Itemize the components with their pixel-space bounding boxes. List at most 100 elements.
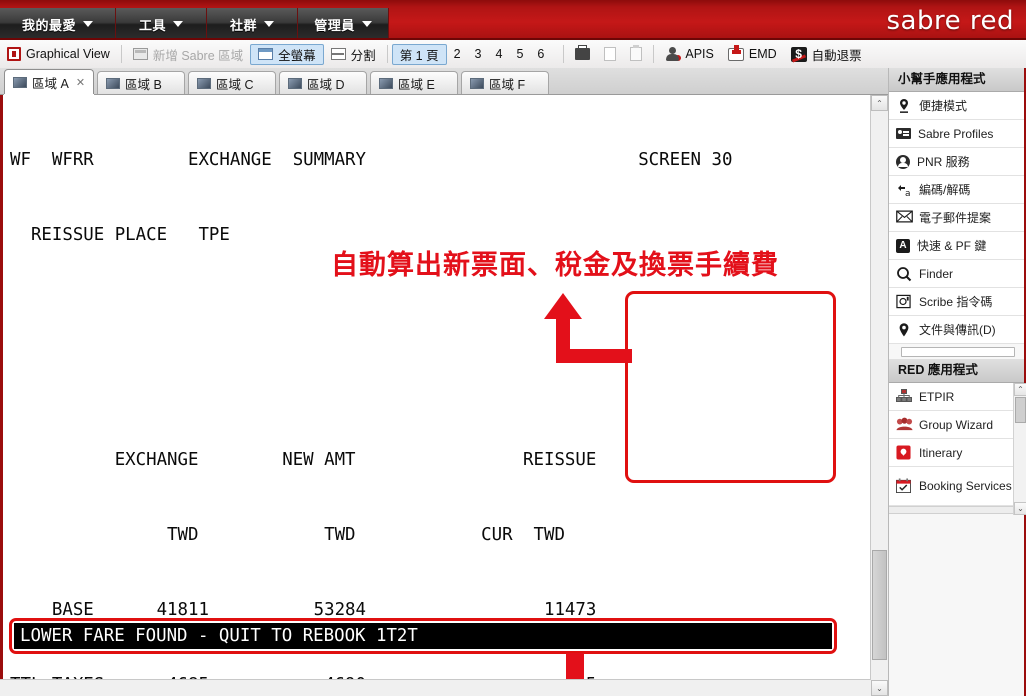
split-icon [330,48,346,60]
terminal-icon [106,77,121,89]
sidebar-item-sabre-profiles[interactable]: Sabre Profiles [889,120,1026,148]
apis-label: APIS [685,47,714,61]
sidebar-section-red-title: RED 應用程式 [889,359,1026,383]
toolbar-divider [653,45,655,63]
sidebar-scroll-thumb[interactable] [1015,397,1026,423]
profile-card-icon [896,128,911,139]
tab-area-c[interactable]: 區域 C [188,71,277,94]
tab-area-b[interactable]: 區域 B [97,71,186,94]
sidebar-item-label: Booking Services [919,478,1012,493]
sidebar-item-label: 文件與傳訊(D) [919,323,996,337]
sidebar-bottom-divider [889,506,1026,514]
add-sabre-area-label: 新增 Sabre 區域 [152,48,244,63]
sidebar-item-encode-decode[interactable]: a 編碼/解碼 [889,176,1026,204]
sabre-red-logo: sabre red [886,6,1014,36]
right-sidebar: 小幫手應用程式 便捷模式 Sabre Profiles PNR 服務 a 編碼/… [888,68,1026,696]
main-menu-bar: 我的最愛 工具 社群 管理員 [0,8,389,40]
copy-button[interactable] [597,44,623,64]
sidebar-item-email-proposal[interactable]: 電子郵件提案 [889,204,1026,232]
menu-label: 我的最愛 [21,17,76,33]
person-icon [896,154,910,169]
terminal-icon [197,77,212,89]
sidebar-item-documents-messaging[interactable]: 文件與傳訊(D) [889,316,1026,344]
terminal-text: WF WFRR EXCHANGE SUMMARY SCREEN 30 REISS… [10,98,855,696]
page-6-button[interactable]: 6 [530,45,551,64]
sidebar-resize-handle[interactable] [901,347,1015,357]
sidebar-item-quick-mode[interactable]: 便捷模式 [889,92,1026,120]
menu-admin[interactable]: 管理員 [298,8,389,40]
tab-label: 區域 F [489,77,526,92]
page-5-button[interactable]: 5 [509,45,530,64]
title-bar: 我的最愛 工具 社群 管理員 sabre red [0,0,1026,40]
printer-icon [575,45,591,60]
copy-icon [604,47,617,61]
graphical-view-button[interactable]: Graphical View [0,44,117,64]
sidebar-item-label: Finder [919,266,954,281]
sidebar-item-label: Scribe 指令碼 [919,295,993,309]
sidebar-item-pnr-service[interactable]: PNR 服務 [889,148,1026,176]
sidebar-item-label: PNR 服務 [917,155,970,169]
sidebar-item-group-wizard[interactable]: Group Wizard [889,411,1026,439]
menu-community[interactable]: 社群 [207,8,298,40]
sidebar-item-etpir[interactable]: ETPIR [889,383,1026,411]
graphical-view-icon [7,47,21,61]
tab-label: 區域 E [398,77,435,92]
sidebar-item-label: Group Wizard [919,417,994,432]
group-icon [896,417,913,433]
terminal-line: WF WFRR EXCHANGE SUMMARY SCREEN 30 [10,150,733,170]
auto-refund-button[interactable]: $ 自動退票 [784,44,869,64]
emd-icon [727,44,744,61]
paste-button[interactable] [623,44,649,64]
terminal-command-line[interactable]: LOWER FARE FOUND - QUIT TO REBOOK 1T2T [14,623,832,649]
mail-icon [896,210,913,226]
sidebar-scroll-down-button[interactable]: ⌄ [1014,502,1026,515]
sidebar-vertical-scrollbar[interactable]: ⌃ ⌄ [1013,383,1026,515]
auto-refund-icon: $ [790,46,807,62]
page-4-button[interactable]: 4 [489,45,510,64]
terminal-line: BASE 41811 53284 11473 [10,600,597,620]
split-label: 分割 [350,48,376,63]
auto-refund-label: 自動退票 [811,48,862,63]
emd-button[interactable]: EMD [721,44,784,64]
terminal-area[interactable]: WF WFRR EXCHANGE SUMMARY SCREEN 30 REISS… [0,95,889,696]
tab-area-e[interactable]: 區域 E [370,71,459,94]
left-accent-bar [0,95,3,696]
scroll-down-button[interactable]: ⌄ [871,680,888,696]
page-3-button[interactable]: 3 [468,45,489,64]
split-button[interactable]: 分割 [324,44,383,64]
apis-button[interactable]: APIS [658,44,721,64]
close-icon[interactable]: ✕ [76,76,85,89]
sidebar-item-label: 編碼/解碼 [919,183,971,197]
page-2-button[interactable]: 2 [447,45,468,64]
sidebar-item-finder[interactable]: Finder [889,260,1026,288]
fullscreen-label: 全螢幕 [278,48,316,63]
menu-tools[interactable]: 工具 [116,8,207,40]
sidebar-item-itinerary[interactable]: Itinerary [889,439,1026,467]
sidebar-item-booking-services[interactable]: Booking Services [889,467,1026,506]
scroll-up-button[interactable]: ⌃ [871,95,888,111]
tab-area-f[interactable]: 區域 F [461,71,550,94]
chevron-down-icon [264,21,274,27]
add-sabre-area-button[interactable]: 新增 Sabre 區域 [126,44,250,64]
scroll-thumb[interactable] [872,550,887,660]
terminal-icon [288,77,303,89]
sidebar-item-scribe-scripts[interactable]: Scribe 指令碼 [889,288,1026,316]
sidebar-scroll-up-button[interactable]: ⌃ [1014,383,1026,396]
terminal-horizontal-scrollbar[interactable] [0,679,871,696]
menu-label: 社群 [229,17,257,33]
location-pin-icon [896,322,912,338]
fullscreen-button[interactable]: 全螢幕 [250,43,324,65]
terminal-vertical-scrollbar[interactable]: ⌃ ⌄ [870,95,888,696]
menu-my-favorites[interactable]: 我的最愛 [0,8,116,40]
svg-text:a: a [905,189,911,198]
pin-icon [896,98,912,114]
page-1-button[interactable]: 第 1 頁 [391,43,447,65]
chevron-down-icon [83,21,93,27]
sidebar-item-label: 電子郵件提案 [919,211,992,225]
tab-area-a[interactable]: 區域 A ✕ [4,69,95,94]
sidebar-item-quick-pf-keys[interactable]: A 快速 & PF 鍵 [889,232,1026,260]
tab-label: 區域 C [216,77,254,92]
tab-area-d[interactable]: 區域 D [279,71,368,94]
print-button[interactable] [568,44,597,64]
